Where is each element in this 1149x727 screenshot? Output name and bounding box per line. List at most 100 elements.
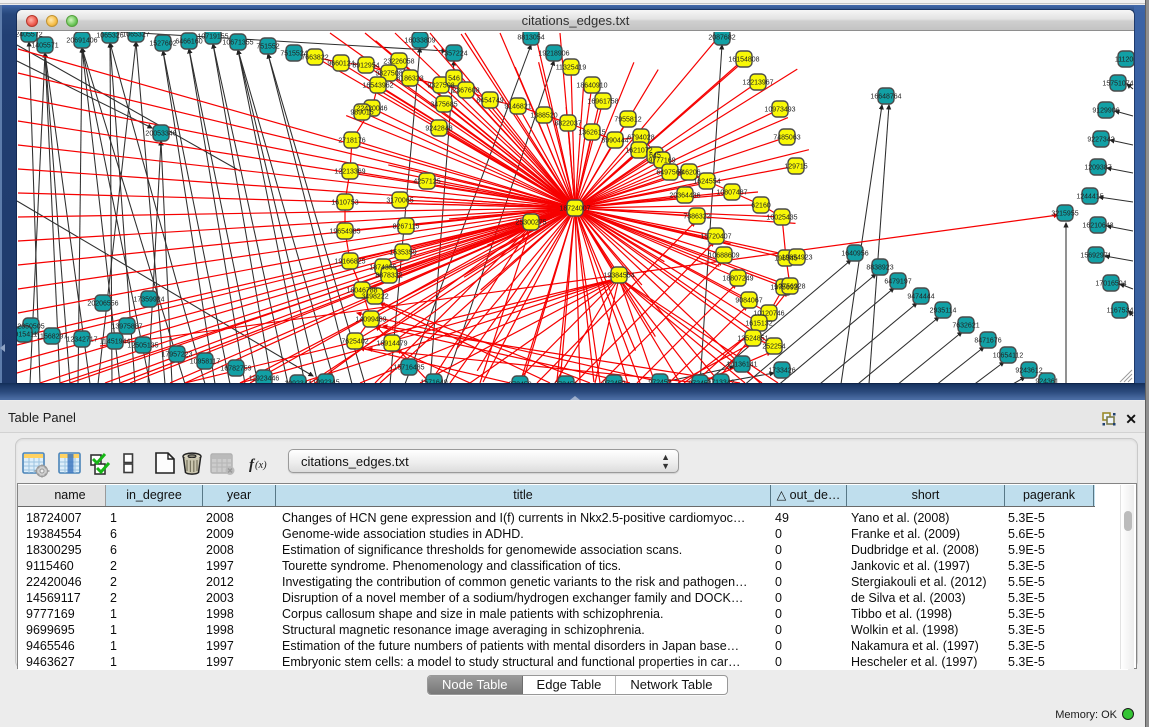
svg-text:8186323: 8186323 bbox=[396, 76, 423, 83]
svg-text:9327508: 9327508 bbox=[427, 83, 454, 90]
svg-text:9777169: 9777169 bbox=[648, 158, 675, 165]
svg-text:972452: 972452 bbox=[602, 381, 625, 384]
svg-text:12505135: 12505135 bbox=[127, 343, 158, 350]
svg-text:546: 546 bbox=[448, 76, 460, 83]
svg-text:6479197: 6479197 bbox=[884, 279, 911, 286]
svg-text:10120746: 10120746 bbox=[753, 311, 784, 318]
svg-text:129715: 129715 bbox=[784, 164, 807, 171]
svg-text:16914479: 16914479 bbox=[376, 341, 407, 348]
svg-text:20364436: 20364436 bbox=[669, 193, 700, 200]
svg-text:20206556: 20206556 bbox=[87, 301, 118, 308]
svg-text:3915411: 3915411 bbox=[17, 332, 37, 339]
svg-text:8990444: 8990444 bbox=[601, 138, 628, 145]
svg-text:1733426: 1733426 bbox=[768, 368, 795, 375]
svg-text:751552: 751552 bbox=[256, 44, 279, 51]
svg-text:1092345: 1092345 bbox=[312, 380, 339, 384]
svg-text:1610753: 1610753 bbox=[331, 200, 358, 207]
svg-text:1713342: 1713342 bbox=[707, 380, 734, 384]
svg-text:7663822: 7663822 bbox=[301, 55, 328, 62]
svg-text:10025435: 10025435 bbox=[766, 215, 797, 222]
svg-text:16543962: 16543962 bbox=[362, 83, 393, 90]
svg-text:15692971: 15692971 bbox=[1080, 253, 1111, 260]
svg-text:23226058: 23226058 bbox=[383, 59, 414, 66]
svg-text:10671355: 10671355 bbox=[222, 40, 253, 47]
svg-text:7625402: 7625402 bbox=[341, 339, 368, 346]
svg-text:9146821: 9146821 bbox=[504, 104, 531, 111]
svg-text:1065327: 1065327 bbox=[122, 32, 149, 39]
svg-text:972453: 972453 bbox=[648, 380, 671, 384]
svg-text:1535359: 1535359 bbox=[389, 250, 416, 257]
svg-text:8822037: 8822037 bbox=[554, 121, 581, 128]
svg-text:11923446: 11923446 bbox=[249, 376, 280, 383]
svg-text:924361: 924361 bbox=[1035, 379, 1058, 384]
svg-text:1624554: 1624554 bbox=[693, 179, 720, 186]
svg-text:2718176: 2718176 bbox=[338, 138, 365, 145]
svg-text:10654112: 10654112 bbox=[993, 353, 1024, 360]
svg-text:1209387: 1209387 bbox=[1084, 165, 1111, 172]
svg-text:16033809: 16033809 bbox=[404, 38, 435, 45]
svg-text:746206: 746206 bbox=[677, 170, 700, 177]
svg-text:972450: 972450 bbox=[508, 382, 531, 384]
svg-text:1065326: 1065326 bbox=[96, 33, 123, 40]
svg-text:11568297: 11568297 bbox=[37, 334, 68, 341]
svg-text:13975887: 13975887 bbox=[111, 324, 142, 331]
svg-text:16648764: 16648764 bbox=[870, 94, 901, 101]
svg-text:1405571: 1405571 bbox=[31, 43, 58, 50]
svg-text:8838923: 8838923 bbox=[866, 265, 893, 272]
svg-text:11325419: 11325419 bbox=[556, 65, 587, 72]
svg-text:8878332: 8878332 bbox=[375, 273, 402, 280]
svg-text:14136141: 14136141 bbox=[726, 362, 757, 369]
svg-text:1362615: 1362615 bbox=[578, 130, 605, 137]
svg-text:3215955: 3215955 bbox=[1051, 211, 1078, 218]
svg-text:3475685: 3475685 bbox=[430, 102, 457, 109]
svg-text:111206: 111206 bbox=[1115, 57, 1134, 64]
svg-text:1571640: 1571640 bbox=[420, 380, 447, 384]
svg-text:10958117: 10958117 bbox=[190, 359, 221, 366]
svg-text:1615132: 1615132 bbox=[745, 321, 772, 328]
svg-text:17359924: 17359924 bbox=[133, 297, 164, 304]
svg-text:12213369: 12213369 bbox=[334, 169, 365, 176]
svg-text:7632621: 7632621 bbox=[952, 323, 979, 330]
svg-text:3170065: 3170065 bbox=[386, 198, 413, 205]
svg-text:18724007: 18724007 bbox=[559, 206, 590, 213]
svg-text:17957223: 17957223 bbox=[161, 352, 192, 359]
svg-text:2367608: 2367608 bbox=[452, 88, 479, 95]
svg-text:252254: 252254 bbox=[762, 344, 785, 351]
svg-text:8813054: 8813054 bbox=[517, 35, 544, 42]
svg-text:2405572: 2405572 bbox=[17, 32, 43, 39]
svg-text:19654985: 19654985 bbox=[329, 229, 360, 236]
svg-text:8267115: 8267115 bbox=[393, 224, 420, 231]
svg-text:15720407: 15720407 bbox=[700, 234, 731, 241]
svg-text:15716485: 15716485 bbox=[393, 365, 424, 372]
svg-text:16961758: 16961758 bbox=[587, 99, 618, 106]
svg-text:6794028: 6794028 bbox=[627, 135, 654, 142]
svg-text:9474444: 9474444 bbox=[907, 294, 934, 301]
svg-text:20691406: 20691406 bbox=[66, 38, 97, 45]
svg-text:18640910: 18640910 bbox=[576, 83, 607, 90]
svg-text:3498222: 3498222 bbox=[361, 294, 388, 301]
svg-text:15751074: 15751074 bbox=[1102, 81, 1133, 88]
svg-text:(x): (x) bbox=[255, 460, 267, 471]
svg-text:17016504: 17016504 bbox=[1095, 281, 1126, 288]
svg-text:2087682: 2087682 bbox=[708, 35, 735, 42]
svg-text:1874355: 1874355 bbox=[369, 265, 396, 272]
svg-text:1167534: 1167534 bbox=[1107, 308, 1134, 315]
svg-text:7386322: 7386322 bbox=[683, 214, 710, 221]
svg-text:1388520: 1388520 bbox=[530, 113, 557, 120]
svg-text:62160: 62160 bbox=[751, 203, 771, 210]
svg-text:10973493: 10973493 bbox=[764, 107, 795, 114]
svg-text:11451944: 11451944 bbox=[100, 339, 131, 346]
svg-text:7955812: 7955812 bbox=[614, 117, 641, 124]
svg-text:10756928: 10756928 bbox=[774, 284, 805, 291]
svg-text:9227342: 9227342 bbox=[1087, 137, 1114, 144]
svg-text:19218906: 19218906 bbox=[538, 51, 569, 58]
svg-text:16154808: 16154808 bbox=[728, 57, 759, 64]
svg-text:12213967: 12213967 bbox=[742, 80, 773, 87]
svg-text:1092344: 1092344 bbox=[284, 381, 311, 384]
svg-text:2935114: 2935114 bbox=[930, 308, 957, 315]
svg-text:19384554: 19384554 bbox=[603, 273, 634, 280]
svg-text:8471676: 8471676 bbox=[974, 338, 1001, 345]
svg-text:19166825: 19166825 bbox=[334, 259, 365, 266]
svg-text:18807249: 18807249 bbox=[722, 276, 753, 283]
svg-text:10688609: 10688609 bbox=[708, 253, 739, 260]
